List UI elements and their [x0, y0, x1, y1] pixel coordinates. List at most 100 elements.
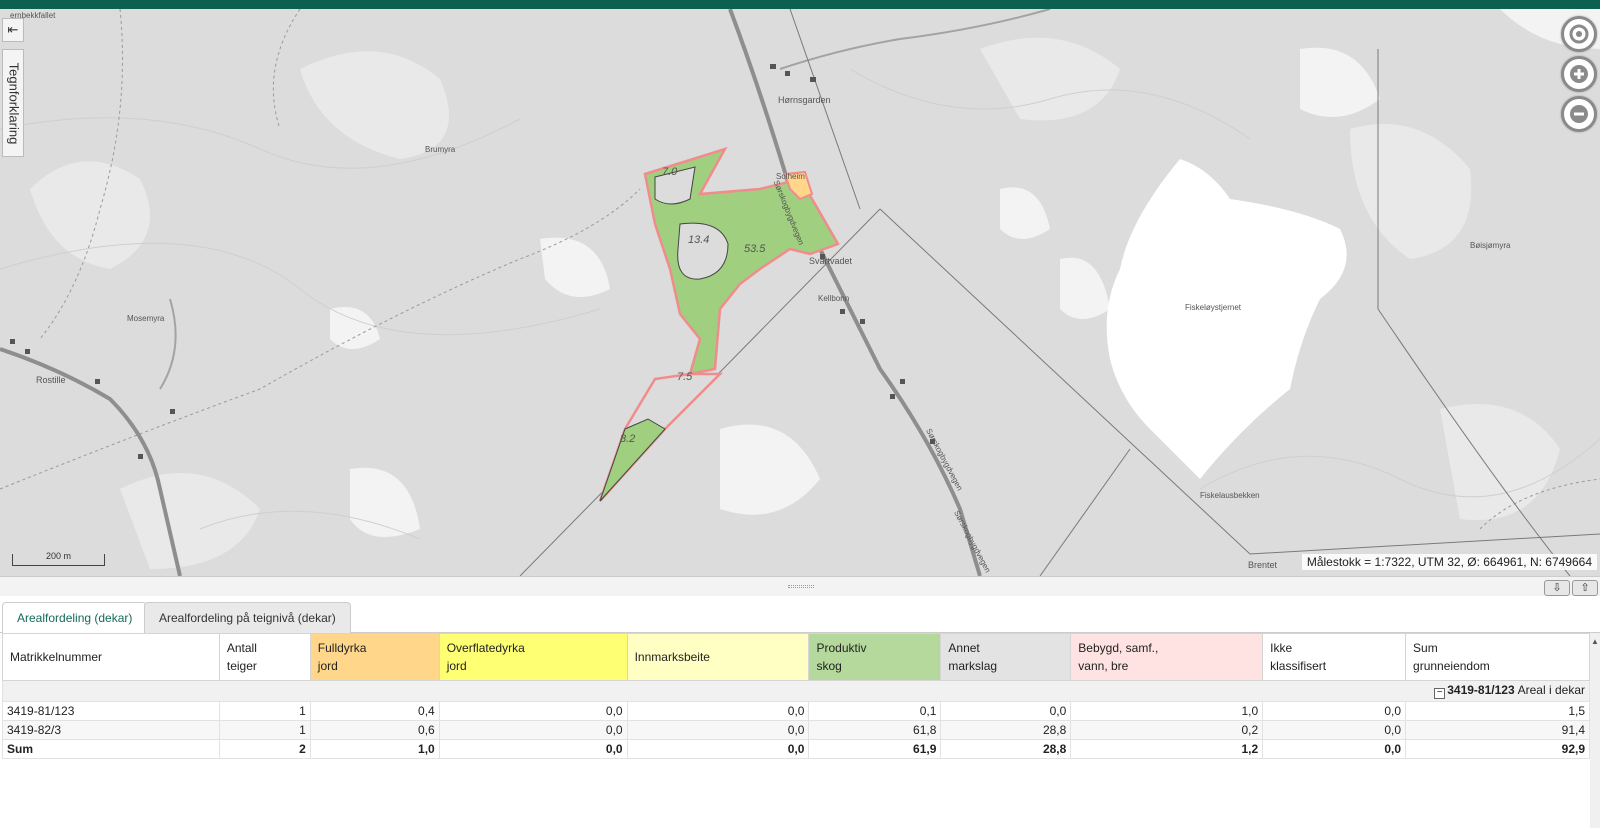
column-header-line2: klassifisert [1270, 659, 1327, 673]
collapse-panel-button[interactable]: ⇩ [1544, 580, 1570, 596]
tab-arealfordeling[interactable]: Arealfordeling (dekar) [2, 602, 148, 634]
column-header[interactable]: Matrikkelnummer [2, 633, 220, 681]
column-header-line2: skog [816, 659, 842, 673]
group-row[interactable]: −3419-81/123 Areal i dekar [2, 680, 1590, 702]
place-label: Svartvadet [809, 256, 853, 266]
table-scrollbar[interactable]: ▲ [1590, 633, 1600, 828]
column-header-line2: grunneiendom [1413, 659, 1490, 673]
column-header-line1: Annet [948, 641, 980, 655]
column-header-line2: jord [317, 659, 338, 673]
legend-tab-label: Tegnforklaring [6, 62, 22, 145]
column-header-line2: teiger [226, 659, 257, 673]
splitter-grip-icon[interactable] [788, 585, 814, 588]
column-header[interactable]: Bebygd, samf., vann, bre [1070, 633, 1264, 681]
zoom-in-icon [1570, 65, 1588, 83]
parcel-strip [598, 372, 724, 502]
column-header-line1: Antall [226, 641, 257, 655]
table-cell: 28,8 [940, 720, 1072, 740]
parcel-area-label: 8.2 [620, 433, 636, 445]
table-cell: 61,8 [808, 720, 942, 740]
area-table: Matrikkelnummer Antall teiger Fulldyrka jord… [2, 633, 1590, 759]
table-cell: 0,0 [1262, 739, 1407, 759]
table-row[interactable]: 3419-81/123 1 0,4 0,0 0,0 0,1 0,0 1,0 0,0 1,5 [2, 701, 1590, 721]
top-bar [0, 0, 1600, 9]
column-header[interactable]: Sum grunneiendom [1405, 633, 1590, 681]
zoom-out-button[interactable] [1561, 96, 1597, 132]
column-header[interactable]: Innmarksbeite [626, 633, 810, 681]
parcel-area-label: 7.5 [677, 371, 693, 383]
place-label: Mosemyra [127, 314, 165, 323]
table-cell: 0,0 [1262, 701, 1407, 721]
table-cell: 0,4 [309, 701, 440, 721]
table-cell: 92,9 [1405, 739, 1590, 759]
group-label: Areal i dekar [1517, 683, 1585, 697]
place-label: Brentet [1248, 560, 1278, 570]
column-header-line1: Innmarksbeite [634, 650, 710, 664]
table-cell: 61,9 [808, 739, 942, 759]
column-header-line1: Sum [1413, 641, 1438, 655]
parcel-area-label: 7.0 [662, 166, 678, 178]
tab-arealfordeling-teigniva[interactable]: Arealfordeling på teignivå (dekar) [144, 602, 351, 633]
collapse-sidebar-button[interactable]: ⇤ [2, 18, 24, 42]
place-label: Fiskelausbekken [1200, 491, 1260, 500]
scale-bar: 200 m [12, 551, 105, 566]
scale-bar-label: 200 m [46, 551, 72, 561]
column-header[interactable]: Annet markslag [940, 633, 1072, 681]
table-cell: Sum [2, 739, 220, 759]
expand-panel-button[interactable]: ⇧ [1572, 580, 1598, 596]
table-cell: 0,0 [626, 701, 810, 721]
table-cell: 0,0 [940, 701, 1072, 721]
sum-row[interactable]: Sum 2 1,0 0,0 0,0 61,9 28,8 1,2 0,0 92,9 [2, 739, 1590, 759]
locate-button[interactable] [1561, 16, 1597, 52]
place-label: Bøisjømyra [1470, 241, 1511, 250]
parcel-area-label: 13.4 [688, 234, 710, 246]
column-header-line1: Overflatedyrka [446, 641, 525, 655]
column-header[interactable]: Ikke klassifisert [1262, 633, 1407, 681]
column-header-line1: Matrikkelnummer [10, 650, 103, 664]
column-header[interactable]: Antall teiger [218, 633, 311, 681]
scroll-up-icon[interactable]: ▲ [1591, 637, 1599, 646]
arrow-up-icon: ⇧ [1580, 582, 1590, 594]
place-label: Kellbonn [818, 294, 850, 303]
table-cell: 1 [218, 701, 311, 721]
zoom-out-icon [1570, 105, 1588, 123]
column-header[interactable]: Produktiv skog [808, 633, 942, 681]
legend-tab[interactable]: Tegnforklaring [2, 49, 24, 157]
column-header-line2: markslag [948, 659, 998, 673]
column-header-line1: Produktiv [816, 641, 867, 655]
table-cell: 28,8 [940, 739, 1072, 759]
map-view[interactable]: ernbekkfallet Hørnsgarden Brumyra Mosemy… [0, 9, 1600, 576]
table-cell: 0,0 [438, 701, 628, 721]
group-id: 3419-81/123 [1447, 683, 1515, 697]
table-cell: 0,0 [626, 739, 810, 759]
table-cell: 3419-81/123 [2, 701, 220, 721]
column-header-line2: jord [446, 659, 467, 673]
collapse-left-icon: ⇤ [7, 22, 19, 37]
table-cell: 1 [218, 720, 311, 740]
table-cell: 3419-82/3 [2, 720, 220, 740]
parcel-area-label: 53.5 [744, 243, 766, 255]
column-header[interactable]: Fulldyrka jord [309, 633, 440, 681]
table-cell: 0,1 [808, 701, 942, 721]
table-cell: 0,6 [309, 720, 440, 740]
column-header[interactable]: Overflatedyrka jord [438, 633, 628, 681]
group-cell: −3419-81/123 Areal i dekar [2, 680, 1590, 702]
table-row[interactable]: 3419-82/3 1 0,6 0,0 0,0 61,8 28,8 0,2 0,0 91,4 [2, 720, 1590, 740]
table-cell: 0,0 [438, 720, 628, 740]
table-cell: 0,0 [438, 739, 628, 759]
lake-shape [1106, 159, 1347, 479]
zoom-in-button[interactable] [1561, 56, 1597, 92]
table-cell: 1,0 [1070, 701, 1264, 721]
table-cell: 2 [218, 739, 311, 759]
table-cell: 0,0 [626, 720, 810, 740]
table-cell: 91,4 [1405, 720, 1590, 740]
panel-splitter[interactable] [0, 576, 1600, 596]
column-header-line1: Bebygd, samf., [1078, 641, 1159, 655]
panel-tabs: Arealfordeling (dekar) Arealfordeling på… [0, 598, 1600, 634]
collapse-group-icon[interactable]: − [1434, 688, 1446, 699]
table-header-row: Matrikkelnummer Antall teiger Fulldyrka jord… [2, 633, 1590, 681]
table-cell: 0,2 [1070, 720, 1264, 740]
column-header-line1: Fulldyrka [317, 641, 367, 655]
column-header-line2: vann, bre [1078, 659, 1129, 673]
place-label: Brumyra [425, 145, 456, 154]
